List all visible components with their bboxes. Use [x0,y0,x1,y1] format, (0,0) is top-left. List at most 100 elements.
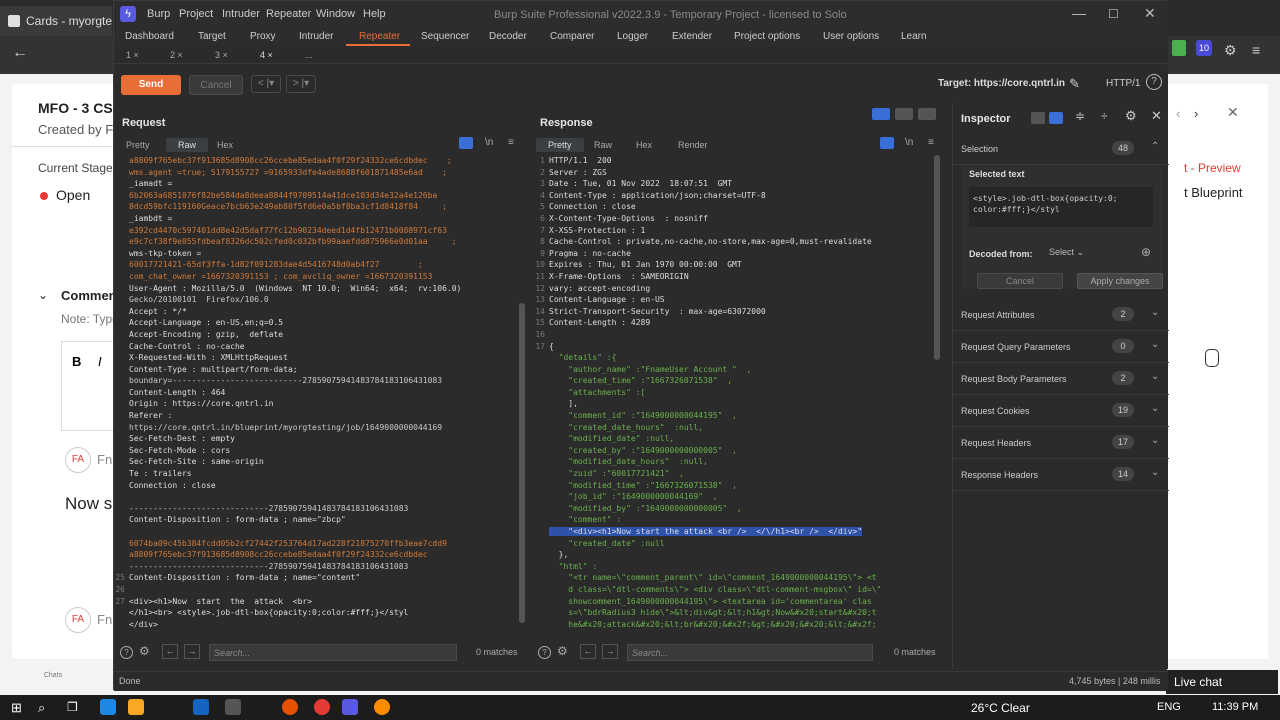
newline-icon[interactable]: \n [905,137,913,148]
prev-match-icon[interactable]: ← [162,644,178,659]
gear-icon[interactable]: ⚙ [139,644,150,658]
request-tab-raw[interactable]: Raw [166,138,209,152]
decoded-from-select[interactable]: Select ⌄ [1049,247,1084,258]
align-icon[interactable]: ≑ [1075,109,1085,123]
next-match-icon[interactable]: → [602,644,618,659]
task-view-icon[interactable]: ❐ [67,700,78,714]
menu-icon[interactable]: ≡ [928,137,934,148]
help-icon[interactable]: ? [538,646,551,659]
file-explorer-icon[interactable] [128,699,144,715]
tab-intruder[interactable]: Intruder [299,31,333,42]
store-icon[interactable] [193,699,209,715]
menu-project[interactable]: Project [179,8,213,20]
request-tab-pretty[interactable]: Pretty [118,140,158,150]
split-icon[interactable]: ÷ [1101,109,1108,123]
browser-taskbar-icon[interactable] [374,699,390,715]
inspector-section[interactable]: Response Headers 14 ⌄ [953,459,1169,491]
tab-comparer[interactable]: Comparer [550,31,594,42]
request-scrollbar[interactable] [519,303,525,623]
request-editor[interactable]: a8809f765ebc37f913685d8908cc26ccebe85eda… [114,155,516,639]
gear-icon[interactable]: ⚙ [557,644,568,658]
cancel-button[interactable]: Cancel [189,75,243,95]
response-tab-render[interactable]: Render [670,140,716,150]
tab-user-options[interactable]: User options [823,31,879,42]
chevron-down-icon[interactable]: ⌄ [1151,339,1159,350]
tab-dashboard[interactable]: Dashboard [125,31,174,42]
wrap-toggle-icon[interactable] [880,137,894,149]
newline-icon[interactable]: \n [485,137,493,148]
inspector-section[interactable]: Request Headers 17 ⌄ [953,427,1169,459]
chevron-down-icon[interactable]: ⌄ [1151,307,1159,318]
layout-tabs-icon[interactable] [918,108,936,120]
maximize-icon[interactable]: ☐ [1108,7,1119,21]
inspector-cancel-button[interactable]: Cancel [977,273,1063,289]
inspector-section[interactable]: Request Query Parameters 0 ⌄ [953,331,1169,363]
response-tab-hex[interactable]: Hex [628,140,660,150]
burp-taskbar-icon[interactable] [342,699,358,715]
menu-burp[interactable]: Burp [147,8,170,20]
weather-text[interactable]: 26°C Clear [971,701,1030,715]
chrome-icon[interactable] [314,699,330,715]
tab-learn[interactable]: Learn [901,31,927,42]
chevron-up-icon[interactable]: ⌃ [1151,141,1159,152]
gear-icon[interactable]: ⚙ [1125,108,1137,124]
next-match-icon[interactable]: → [184,644,200,659]
app-icon[interactable] [225,699,241,715]
tab-project-options[interactable]: Project options [734,31,800,42]
tab-repeater[interactable]: Repeater [359,31,400,42]
subtab-3[interactable]: 3 × [215,50,228,60]
wrap-toggle-icon[interactable] [459,137,473,149]
subtab-1[interactable]: 1 × [126,50,139,60]
layout-active-icon[interactable] [1049,112,1063,124]
tab-extender[interactable]: Extender [672,31,712,42]
preview-link[interactable]: t - Preview [1184,161,1241,175]
add-icon[interactable]: ⊕ [1141,245,1151,259]
extension-badge-icon[interactable]: 10 [1196,40,1212,56]
chevron-down-icon[interactable]: ⌄ [1151,403,1159,414]
bold-icon[interactable]: B [72,354,81,369]
windows-start-icon[interactable]: ⊞ [11,700,22,716]
menu-intruder[interactable]: Intruder [222,8,260,20]
firefox-icon[interactable] [282,699,298,715]
back-button[interactable]: < |▾ [251,75,281,93]
close-icon[interactable]: ✕ [1144,5,1156,22]
close-icon[interactable]: ✕ [1227,104,1239,121]
response-tab-raw[interactable]: Raw [586,140,620,150]
layout-split-icon[interactable] [872,108,890,120]
gear-icon[interactable]: ⚙ [1224,42,1237,59]
selected-text-value[interactable]: <style>.job-dtl-box{opacity:0; color:#ff… [969,187,1153,227]
language-indicator[interactable]: ENG [1157,701,1181,713]
apply-changes-button[interactable]: Apply changes [1077,273,1163,289]
live-chat-button[interactable]: Live chat [1166,670,1278,694]
back-arrow-icon[interactable]: ← [12,44,28,62]
menu-window[interactable]: Window [316,8,355,20]
inspector-section[interactable]: Request Cookies 19 ⌄ [953,395,1169,427]
request-search-input[interactable]: Search... [209,644,457,661]
help-icon[interactable]: ? [1146,74,1162,90]
edge-icon[interactable] [100,699,116,715]
menu-icon[interactable]: ≡ [508,137,514,148]
layout-horizontal-icon[interactable] [895,108,913,120]
comment-editor[interactable]: B I [61,341,121,431]
close-icon[interactable]: ✕ [1151,108,1162,124]
menu-help[interactable]: Help [363,8,386,20]
menu-repeater[interactable]: Repeater [266,8,311,20]
forward-button[interactable]: > |▾ [286,75,316,93]
layout-icon[interactable] [1031,112,1045,124]
chevron-left-icon[interactable]: ‹ [1176,106,1180,121]
edit-pencil-icon[interactable]: ✎ [1069,76,1080,92]
chevron-down-icon[interactable]: ⌄ [1151,371,1159,382]
help-icon[interactable]: ? [120,646,133,659]
subtab-2[interactable]: 2 × [170,50,183,60]
browser-tab[interactable]: Cards - myorgtestin [0,6,112,36]
chevron-right-icon[interactable]: › [1194,106,1198,121]
chevron-down-icon[interactable]: ⌄ [1151,435,1159,446]
minimize-icon[interactable]: — [1072,5,1086,21]
tab-proxy[interactable]: Proxy [250,31,276,42]
extension-icon[interactable] [1172,40,1186,56]
search-icon[interactable]: ⌕ [38,700,45,716]
tab-decoder[interactable]: Decoder [489,31,527,42]
response-tab-pretty[interactable]: Pretty [536,138,584,152]
inspector-section[interactable]: Request Body Parameters 2 ⌄ [953,363,1169,395]
inspector-section[interactable]: Request Attributes 2 ⌄ [953,299,1169,331]
